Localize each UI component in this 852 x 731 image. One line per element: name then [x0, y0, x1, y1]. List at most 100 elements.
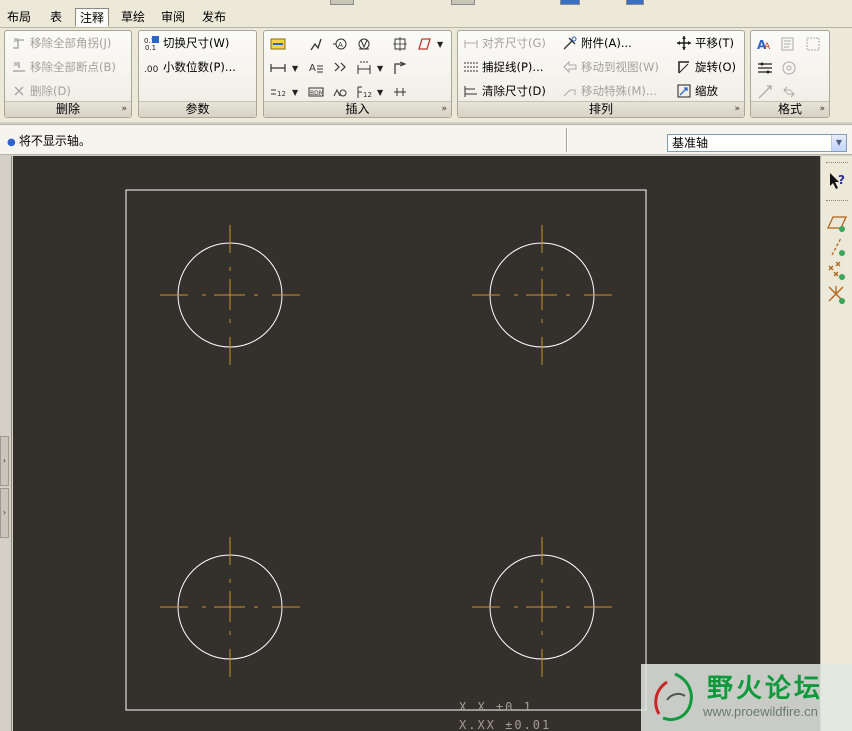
drawing-border	[125, 189, 647, 711]
remove-all-breaks-button[interactable]: 移除全部断点(B)	[11, 56, 116, 78]
geometric-tolerance-icon[interactable]	[391, 35, 409, 53]
datum-target-icon[interactable]	[355, 35, 373, 53]
note-icon[interactable]: A	[307, 59, 325, 77]
message-bar-separator	[566, 128, 568, 152]
svg-text:A: A	[764, 42, 771, 52]
auto-ordinate-icon[interactable]: 12	[269, 83, 287, 101]
toolbar-separator	[826, 200, 848, 201]
navigator-expand-handle[interactable]: ›	[0, 436, 9, 486]
text-box-icon[interactable]	[780, 35, 798, 53]
move-to-view-button[interactable]: 移动到视图(W)	[562, 56, 659, 78]
message-area: ● 将不显示轴。	[7, 132, 91, 149]
browser-expand-handle[interactable]: ›	[0, 488, 9, 538]
cleanup-dimensions-button[interactable]: 清除尺寸(D)	[463, 80, 546, 102]
right-toolbar: ?	[820, 156, 852, 731]
drawing-graphics: X.X ±0.1 X.XX ±0.01	[125, 189, 647, 731]
cosmetic-thread-icon[interactable]	[391, 83, 409, 101]
svg-text:12: 12	[363, 91, 372, 99]
snap-lines-button[interactable]: 捕捉线(P)...	[463, 56, 543, 78]
group-delete: 移除全部角拐(J) 移除全部断点(B) 删除(D) 删除 »	[4, 30, 132, 118]
svg-text:0.1: 0.1	[145, 44, 156, 51]
ordinate-baseline-icon[interactable]: 12	[355, 83, 373, 101]
group-arrange: 对齐尺寸(G) 捕捉线(P)... 清除尺寸(D) 附件(A)... 移动到视图…	[457, 30, 745, 118]
hatch-pattern-icon[interactable]	[804, 35, 822, 53]
toggle-dimension-button[interactable]: 0.1 0.1 切换尺寸(W)	[144, 32, 229, 54]
hole-top-left	[160, 225, 300, 365]
toggle-dimension-icon: 0.1 0.1	[144, 35, 160, 52]
remove-all-jogs-button[interactable]: 移除全部角拐(J)	[11, 32, 111, 54]
remove-all-breaks-label: 移除全部断点(B)	[30, 60, 116, 74]
tab-publish[interactable]: 发布	[197, 8, 231, 27]
attachment-button[interactable]: 附件(A)...	[562, 32, 632, 54]
drawing-canvas[interactable]: X.X ±0.1 X.XX ±0.01	[13, 156, 820, 731]
rotate-button[interactable]: 旋转(O)	[676, 56, 736, 78]
hole-centerline	[472, 537, 612, 677]
group-delete-title: 删除	[5, 101, 131, 117]
rotate-icon	[676, 59, 692, 75]
coordinate-system-display-icon[interactable]	[826, 284, 848, 306]
align-dimensions-icon	[463, 35, 479, 51]
translate-label: 平移(T)	[695, 36, 734, 50]
dimension-dropdown-icon[interactable]: ▼	[292, 64, 298, 74]
datum-plane-display-icon[interactable]	[826, 212, 848, 234]
text-style-icon[interactable]: AA	[756, 35, 774, 53]
watermark-name: 野火论坛	[707, 674, 824, 704]
group-delete-title-text: 删除	[55, 102, 80, 116]
reference-dimension-icon[interactable]	[355, 59, 373, 77]
hole-top-right	[472, 225, 612, 365]
remove-all-jogs-label: 移除全部角拐(J)	[30, 36, 112, 50]
line-style-icon[interactable]	[756, 59, 774, 77]
context-help-icon[interactable]: ?	[826, 170, 848, 192]
balloon-note-icon[interactable]	[307, 35, 325, 53]
reference-dropdown-icon[interactable]: ▼	[377, 64, 383, 74]
group-insert-expand-icon[interactable]: »	[441, 104, 447, 115]
surface-finish-icon[interactable]	[415, 35, 433, 53]
dimension-new-references-icon[interactable]	[269, 59, 287, 77]
ordinate-baseline-dropdown-icon[interactable]: ▼	[377, 88, 383, 98]
group-insert: A ▼ ▼ A ▼ 12 ▼ BDM 12 ▼ 插入 »	[263, 30, 452, 118]
hyperlink-icon[interactable]	[780, 83, 798, 101]
datum-feature-icon[interactable]: A	[331, 35, 349, 53]
svg-text:A: A	[309, 63, 316, 74]
symbol-gallery-format-icon[interactable]	[780, 59, 798, 77]
message-bar: ● 将不显示轴。 基准轴 ▼	[0, 124, 852, 155]
delete-button[interactable]: 删除(D)	[11, 80, 71, 102]
symbol-gallery-icon[interactable]: BDM	[307, 83, 325, 101]
datum-point-display-icon[interactable]	[826, 260, 848, 282]
axis-of-rotation-icon[interactable]	[391, 59, 409, 77]
attachment-label: 附件(A)...	[581, 36, 632, 50]
move-special-button[interactable]: 移动特殊(M)...	[562, 80, 657, 102]
decimal-places-button[interactable]: .00 小数位数(P)...	[144, 56, 236, 78]
translate-button[interactable]: 平移(T)	[676, 32, 734, 54]
watermark-logo	[654, 672, 693, 722]
group-format-expand-icon[interactable]: »	[819, 104, 825, 115]
show-model-annotations-icon[interactable]	[269, 35, 287, 53]
svg-text:BDM: BDM	[310, 90, 324, 97]
message-text: 将不显示轴。	[18, 134, 91, 148]
auto-ordinate-dropdown-icon[interactable]: ▼	[292, 88, 298, 98]
chevron-down-icon[interactable]: ▼	[831, 135, 846, 151]
tolerance-line-2: X.XX ±0.01	[459, 718, 551, 731]
ordinate-dimension-icon[interactable]	[331, 59, 349, 77]
hole-centerline	[472, 225, 612, 365]
scale-button[interactable]: 缩放	[676, 80, 718, 102]
remove-jogs-icon	[11, 35, 27, 51]
tab-annotate[interactable]: 注释	[75, 8, 109, 27]
tab-table[interactable]: 表	[42, 8, 70, 27]
arrow-style-icon[interactable]	[756, 83, 774, 101]
selection-filter-select[interactable]: 基准轴 ▼	[667, 134, 847, 152]
group-delete-expand-icon[interactable]: »	[121, 104, 127, 115]
svg-text:.00: .00	[144, 65, 159, 75]
group-insert-title: 插入	[264, 101, 451, 117]
left-navigator-gutter: › ›	[0, 156, 12, 731]
tolerance-line-1: X.X ±0.1	[459, 700, 533, 714]
align-dimensions-button[interactable]: 对齐尺寸(G)	[463, 32, 546, 54]
datum-axis-display-icon[interactable]	[826, 236, 848, 258]
tab-review[interactable]: 审阅	[156, 8, 190, 27]
surface-finish-dropdown-icon[interactable]: ▼	[437, 40, 443, 50]
group-format-title: 格式	[751, 101, 829, 117]
group-arrange-expand-icon[interactable]: »	[734, 104, 740, 115]
tab-sketch[interactable]: 草绘	[116, 8, 150, 27]
tab-layout[interactable]: 布局	[2, 8, 36, 27]
surface-finish-symbol-icon[interactable]	[331, 83, 349, 101]
